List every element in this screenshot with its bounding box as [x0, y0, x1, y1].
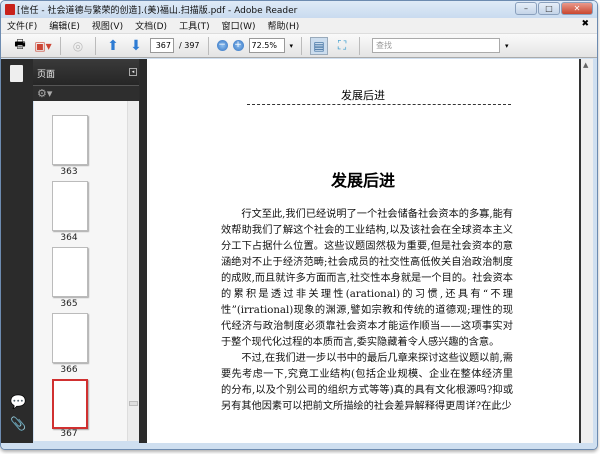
menu-bar: 文件(F) 编辑(E) 视图(V) 文档(D) 工具(T) 窗口(W) 帮助(H… — [1, 18, 597, 33]
options-menu: ⚙▾ — [33, 85, 146, 101]
window-title: [信任 - 社会道德与繁荣的创造].(美)福山.扫描版.pdf - Adobe … — [17, 6, 298, 16]
navigation-strip: 💬 📎 — [1, 59, 33, 443]
menu-tools[interactable]: 工具(T) — [179, 19, 210, 32]
header-rule — [247, 104, 511, 105]
page-thumbnail[interactable] — [52, 115, 88, 165]
page-thumbnail-selected[interactable] — [52, 379, 88, 429]
thumbnail-label: 365 — [60, 299, 78, 309]
thumbnails-scrollbar[interactable] — [127, 101, 139, 441]
pages-icon[interactable] — [10, 65, 23, 82]
collapse-panel-button[interactable]: ◂ — [129, 68, 137, 76]
fit-page-icon[interactable]: ⛶ — [333, 37, 351, 55]
menu-edit[interactable]: 编辑(E) — [49, 19, 80, 32]
search-input[interactable]: 查找 — [372, 38, 501, 53]
paragraph: 行文至此,我们已经说明了一个社会储备社会资本的多寡,能有效帮助我们了解这个社会的… — [221, 209, 513, 348]
thumbnail-label: 364 — [60, 233, 78, 243]
zoom-level-input[interactable]: 72.5% — [248, 38, 285, 53]
thumbnail-label: 363 — [60, 167, 78, 177]
toolbar: 🖶 ▣▾ ◎ ⬆ ⬇ 367 / 397 − + 72.5% ▾ ▤ ⛶ 查找 … — [1, 33, 597, 58]
menu-file[interactable]: 文件(F) — [7, 19, 37, 32]
share-icon[interactable]: ▣▾ — [34, 37, 52, 55]
collaborate-icon[interactable]: ◎ — [69, 37, 87, 55]
previous-page-icon[interactable]: ⬆ — [104, 37, 122, 55]
running-head: 发展后进 — [341, 89, 385, 102]
thumbnail-label: 367 — [60, 429, 78, 439]
document-view: 发展后进 发展后进 行文至此,我们已经说明了一个社会储备社会资本的多寡,能有效帮… — [147, 59, 579, 443]
thumbnails-pane: 363 364 365 366 367 — [34, 101, 127, 441]
body-text: 行文至此,我们已经说明了一个社会储备社会资本的多寡,能有效帮助我们了解这个社会的… — [221, 207, 513, 415]
search-dropdown-icon[interactable]: ▾ — [505, 42, 509, 50]
scroll-up-icon[interactable]: ▲ — [583, 61, 588, 69]
page-thumbnail[interactable] — [52, 181, 88, 231]
maximize-button[interactable]: □ — [538, 2, 560, 15]
page-thumbnail[interactable] — [52, 313, 88, 363]
comments-icon[interactable]: 💬 — [10, 395, 26, 410]
menu-window[interactable]: 窗口(W) — [222, 19, 256, 32]
zoom-dropdown-icon[interactable]: ▾ — [290, 42, 294, 50]
zoom-in-icon[interactable]: + — [232, 40, 244, 51]
document-scrollbar[interactable]: ▲ — [579, 59, 593, 443]
title-bar: [信任 - 社会道德与繁荣的创造].(美)福山.扫描版.pdf - Adobe … — [1, 1, 597, 18]
panel-title: 页面 — [37, 70, 56, 80]
pdf-icon — [5, 4, 15, 15]
chapter-title: 发展后进 — [330, 171, 395, 190]
page-number-input[interactable]: 367 — [150, 38, 174, 53]
menu-view[interactable]: 视图(V) — [92, 19, 123, 32]
total-pages: / 397 — [179, 41, 200, 50]
page-thumbnail[interactable] — [52, 247, 88, 297]
zoom-out-icon[interactable]: − — [216, 40, 228, 51]
gear-icon[interactable]: ⚙▾ — [37, 87, 52, 100]
print-icon[interactable]: 🖶 — [11, 37, 29, 55]
pages-panel-header: 页面 ◂ — [33, 59, 146, 85]
menu-document[interactable]: 文档(D) — [135, 19, 167, 32]
minimize-button[interactable]: – — [515, 2, 537, 15]
close-document-icon[interactable]: ✖ — [581, 19, 589, 29]
adobe-reader-window: [信任 - 社会道德与繁荣的创造].(美)福山.扫描版.pdf - Adobe … — [0, 0, 598, 450]
menu-help[interactable]: 帮助(H) — [268, 19, 300, 32]
attachments-icon[interactable]: 📎 — [10, 417, 26, 432]
paragraph: 不过,在我们进一步以书中的最后几章来探讨这些议题以前,需要先考虑一下,究竟工业结… — [221, 353, 513, 412]
fit-width-icon[interactable]: ▤ — [310, 36, 329, 55]
thumbnail-label: 366 — [60, 365, 78, 375]
close-button[interactable]: ✕ — [561, 2, 593, 15]
next-page-icon[interactable]: ⬇ — [127, 37, 145, 55]
